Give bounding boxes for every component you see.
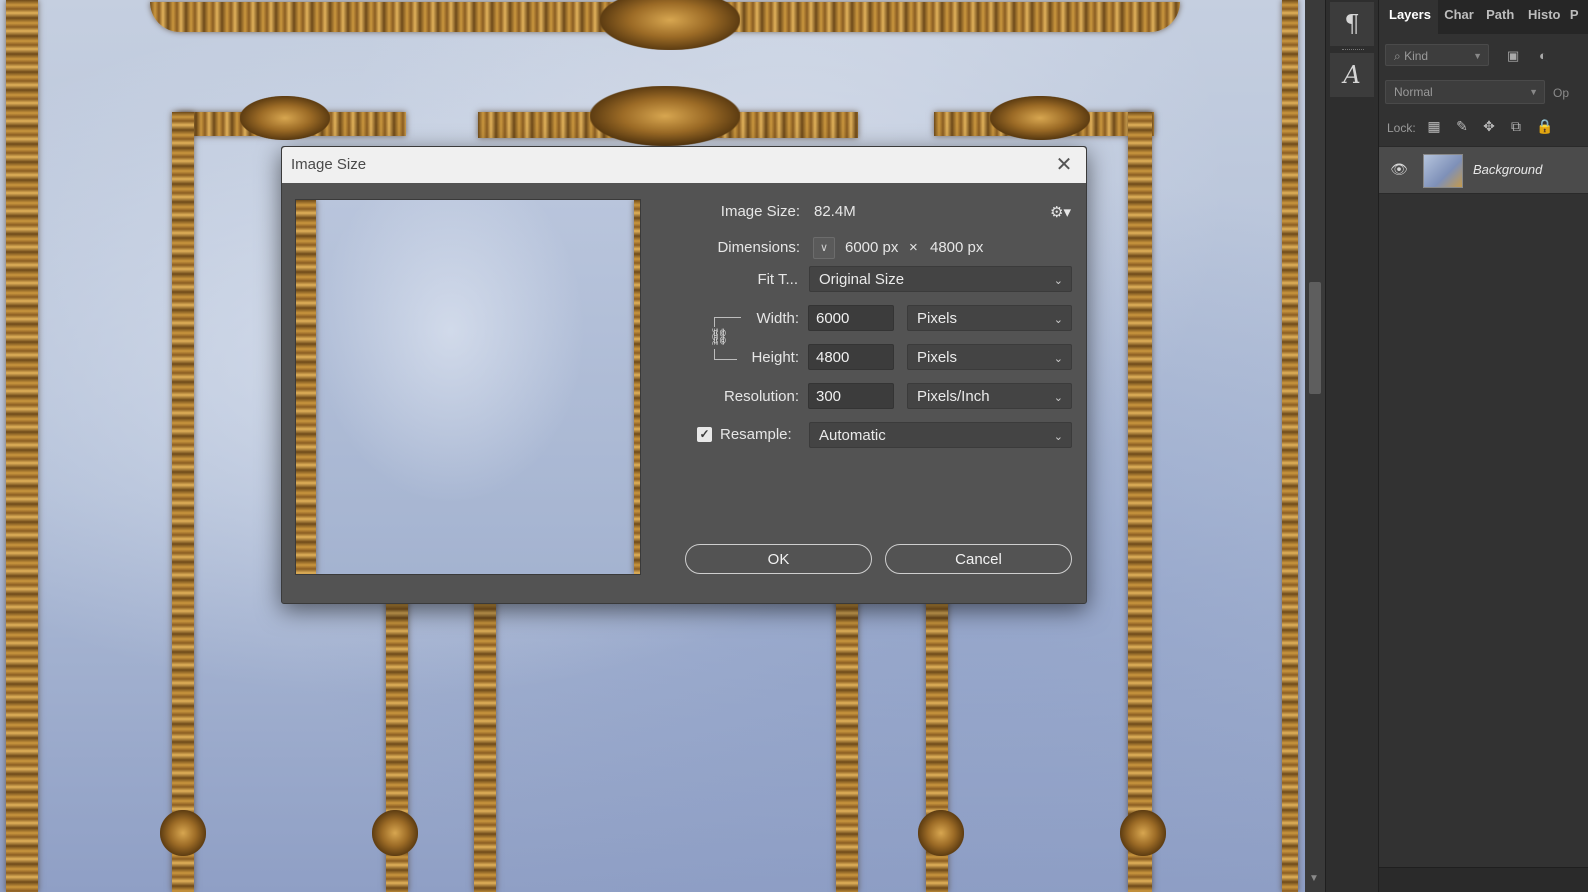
- chevron-down-icon: ⌄: [1053, 275, 1063, 287]
- tab-paths[interactable]: Path: [1480, 0, 1522, 34]
- canvas-vertical-scrollbar[interactable]: ▼: [1305, 0, 1325, 892]
- tab-properties[interactable]: P: [1564, 0, 1588, 34]
- eye-icon[interactable]: 👁: [1387, 161, 1411, 179]
- opacity-label: Op: [1553, 86, 1570, 100]
- gear-icon[interactable]: ⚙▾: [1050, 203, 1071, 221]
- fit-to-dropdown[interactable]: Original Size ⌄: [809, 266, 1072, 292]
- ok-button[interactable]: OK: [685, 544, 872, 574]
- scroll-down-arrow-icon[interactable]: ▼: [1309, 873, 1319, 884]
- preview-frame-right: [634, 200, 640, 574]
- image-preview[interactable]: [295, 199, 641, 575]
- blend-mode-dropdown[interactable]: Normal ▼: [1385, 80, 1545, 104]
- layers-panel: Layers Char Path Histo P ⌕ Kind ▼ ▣ ◐ No…: [1378, 0, 1588, 892]
- layer-name[interactable]: Background: [1473, 162, 1542, 177]
- resample-dropdown[interactable]: Automatic ⌄: [809, 422, 1072, 448]
- dimensions-times-sign: ×: [909, 239, 918, 256]
- kind-label: Kind: [1404, 49, 1429, 63]
- move-icon[interactable]: ✥: [1480, 118, 1498, 135]
- width-unit-value: Pixels: [917, 310, 958, 327]
- paragraph-panel-button[interactable]: ¶: [1330, 2, 1374, 46]
- blend-mode-value: Normal: [1394, 85, 1433, 99]
- filter-kind-dropdown[interactable]: ⌕ Kind ▼: [1385, 44, 1489, 66]
- close-icon[interactable]: ✕: [1052, 153, 1076, 177]
- resolution-unit-dropdown[interactable]: Pixels/Inch ⌄: [907, 383, 1072, 409]
- width-unit-dropdown[interactable]: Pixels ⌄: [907, 305, 1072, 331]
- brush-icon[interactable]: ✎: [1453, 118, 1471, 135]
- resample-label: Resample:: [720, 426, 792, 443]
- dimensions-height-value: 4800 px: [930, 239, 984, 256]
- chevron-down-icon: ▼: [1529, 87, 1538, 97]
- resample-checkbox[interactable]: ✓: [697, 427, 712, 442]
- preview-frame-left: [296, 200, 316, 574]
- panel-tabs: Layers Char Path Histo P: [1379, 0, 1588, 34]
- height-label: Height:: [751, 349, 799, 366]
- frame2-left: [474, 600, 496, 892]
- panel-dock-column: ¶ A: [1325, 0, 1378, 892]
- tab-character[interactable]: Char: [1438, 0, 1480, 34]
- dimensions-width-value: 6000 px: [845, 239, 899, 256]
- resample-value: Automatic: [819, 427, 886, 444]
- lock-icon[interactable]: 🔒: [1536, 118, 1554, 135]
- image-size-dialog: Image Size ✕ Image Size: 82.4M ⚙▾ Dimens…: [281, 146, 1087, 604]
- frame2-right: [836, 600, 858, 892]
- frame3-bottom-ornament-right: [1120, 810, 1166, 856]
- chevron-down-icon: ▼: [1473, 51, 1482, 61]
- frame2-ornament: [590, 86, 740, 146]
- character-panel-button[interactable]: A: [1330, 53, 1374, 97]
- chevron-down-icon: ⌄: [1053, 431, 1063, 443]
- artboard-icon[interactable]: ⧉: [1507, 118, 1525, 135]
- frame3-right: [1128, 112, 1152, 892]
- layer-thumbnail: [1423, 154, 1463, 188]
- frame-right-border: [1282, 0, 1298, 892]
- link-chain-icon[interactable]: ⛓: [709, 327, 729, 349]
- lock-pixels-icon[interactable]: ▦: [1425, 118, 1443, 135]
- frame-left-border: [6, 0, 38, 892]
- resolution-unit-value: Pixels/Inch: [917, 388, 990, 405]
- lock-label: Lock:: [1387, 121, 1416, 135]
- width-input[interactable]: 6000: [808, 305, 894, 331]
- chevron-down-icon: ⌄: [1053, 353, 1063, 365]
- frame3-bottom-ornament: [918, 810, 964, 856]
- fit-to-label: Fit T...: [757, 271, 798, 288]
- chevron-down-icon: ∨: [819, 242, 829, 254]
- search-icon: ⌕: [1394, 49, 1401, 63]
- frame1-left: [172, 112, 194, 892]
- tab-history[interactable]: Histo: [1522, 0, 1564, 34]
- tab-layers[interactable]: Layers: [1379, 0, 1439, 34]
- frame3-ornament: [990, 96, 1090, 140]
- image-size-value: 82.4M: [814, 203, 856, 220]
- panel-footer: [1379, 867, 1588, 892]
- dimensions-units-dropdown[interactable]: ∨: [813, 237, 835, 259]
- height-unit-value: Pixels: [917, 349, 958, 366]
- fit-to-value: Original Size: [819, 271, 905, 288]
- width-label: Width:: [756, 310, 799, 327]
- frame1-bottom-ornament-right: [372, 810, 418, 856]
- chevron-down-icon: ⌄: [1053, 392, 1063, 404]
- image-size-label: Image Size:: [720, 203, 800, 220]
- scrollbar-thumb[interactable]: [1309, 282, 1321, 394]
- crest-ornament: [600, 0, 740, 50]
- chevron-down-icon: ⌄: [1053, 314, 1063, 326]
- paragraph-icon: ¶: [1344, 10, 1360, 38]
- image-filter-icon[interactable]: ▣: [1507, 48, 1519, 64]
- dialog-title-bar[interactable]: Image Size: [282, 147, 1086, 183]
- height-unit-dropdown[interactable]: Pixels ⌄: [907, 344, 1072, 370]
- resolution-label: Resolution:: [723, 388, 799, 405]
- layer-row-background[interactable]: 👁 Background: [1379, 146, 1588, 194]
- dock-separator: [1342, 49, 1364, 52]
- height-input[interactable]: 4800: [808, 344, 894, 370]
- dialog-title: Image Size: [291, 156, 367, 173]
- adjustment-filter-icon[interactable]: ◐: [1539, 48, 1547, 63]
- frame1-ornament: [240, 96, 330, 140]
- frame1-bottom-ornament: [160, 810, 206, 856]
- character-icon: A: [1343, 61, 1361, 89]
- dimensions-label: Dimensions:: [717, 239, 800, 256]
- resolution-input[interactable]: 300: [808, 383, 894, 409]
- cancel-button[interactable]: Cancel: [885, 544, 1072, 574]
